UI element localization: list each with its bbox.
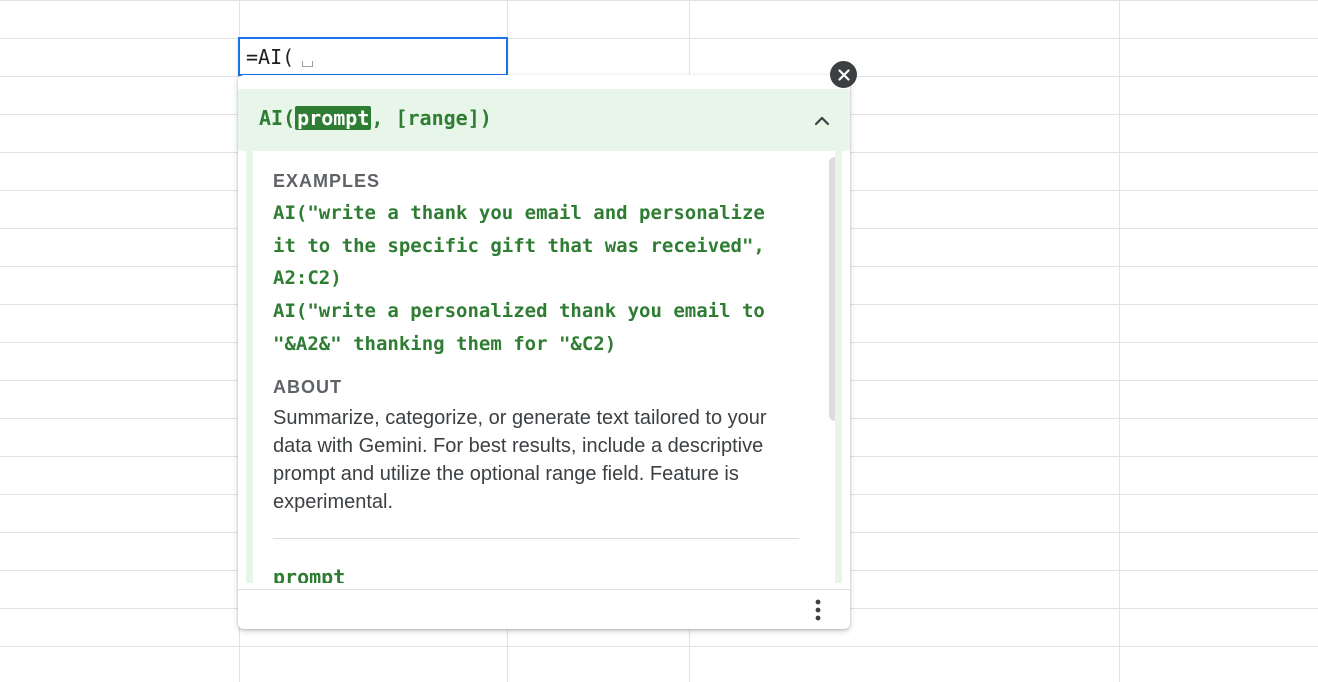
scrollbar-thumb[interactable] <box>829 157 835 421</box>
more-options-button[interactable] <box>806 596 830 624</box>
close-icon <box>837 68 850 81</box>
row-line <box>0 38 1318 39</box>
example-2: AI("write a personalized thank you email… <box>273 300 765 355</box>
param-name: prompt <box>273 565 346 583</box>
cell-editor-text[interactable]: =AI( <box>246 45 294 69</box>
signature-prefix: AI( <box>259 106 296 130</box>
formula-signature: AI(prompt, [range]) <box>259 106 492 130</box>
example-1: AI("write a thank you email and personal… <box>273 202 765 289</box>
cell-editor[interactable]: =AI( <box>238 37 508 76</box>
signature-active-param: prompt <box>295 106 372 130</box>
column-line <box>1119 0 1120 682</box>
formula-help-popup: AI(prompt, [range]) EXAMPLES AI("write a… <box>238 75 850 629</box>
chevron-up-icon <box>814 116 830 126</box>
popup-footer <box>238 589 850 629</box>
formula-help-body[interactable]: EXAMPLES AI("write a thank you email and… <box>246 151 842 583</box>
close-button[interactable] <box>830 61 857 88</box>
collapse-button[interactable] <box>808 107 836 135</box>
formula-signature-header[interactable]: AI(prompt, [range]) <box>238 89 850 151</box>
examples-label: EXAMPLES <box>273 171 381 191</box>
more-vert-icon <box>815 599 821 621</box>
row-line <box>0 0 1318 1</box>
about-text: Summarize, categorize, or generate text … <box>273 407 767 513</box>
space-placeholder-icon <box>302 61 313 67</box>
about-label: ABOUT <box>273 377 342 397</box>
signature-suffix: , [range]) <box>371 106 492 130</box>
divider <box>273 538 799 539</box>
row-line <box>0 646 1318 647</box>
